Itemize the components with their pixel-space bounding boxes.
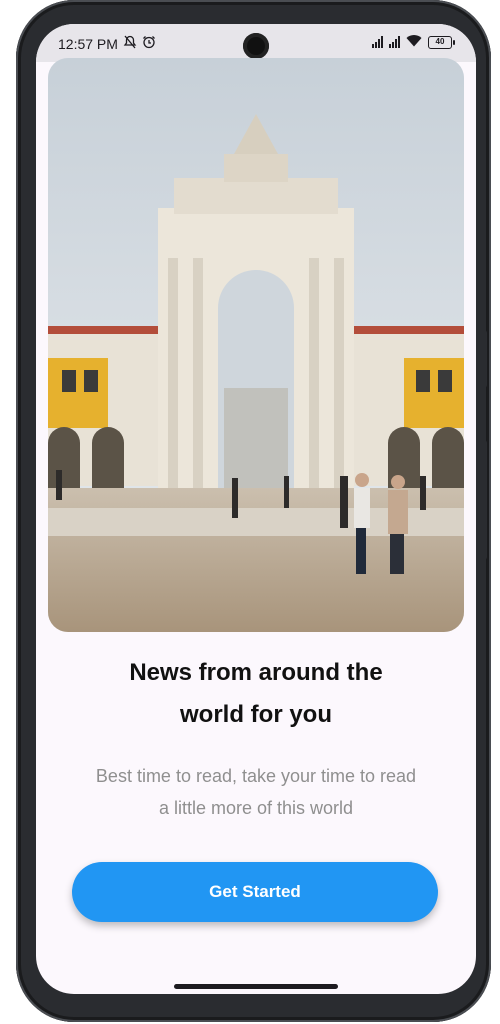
power-button xyxy=(481,440,487,560)
onboarding-subtitle: Best time to read, take your time to rea… xyxy=(60,760,452,824)
get-started-button[interactable]: Get Started xyxy=(72,862,438,922)
wifi-icon xyxy=(406,34,422,50)
status-left: 12:57 PM xyxy=(58,35,156,52)
alarm-icon xyxy=(142,35,156,52)
battery-icon: 40 xyxy=(428,35,455,49)
city-arch-photo-icon xyxy=(48,58,464,632)
volume-button xyxy=(481,330,487,388)
title-line-1: News from around the xyxy=(129,659,383,686)
app-screen: 12:57 PM 40 News from around the world f… xyxy=(36,24,476,994)
hero-image xyxy=(48,58,464,632)
status-bar: 12:57 PM 40 xyxy=(36,24,476,62)
subtitle-line-1: Best time to read, take your time to rea… xyxy=(95,766,417,786)
onboarding-title: News from around the world for you xyxy=(56,652,456,736)
title-line-2: world for you xyxy=(180,701,332,728)
status-right: 40 xyxy=(372,34,455,50)
front-camera xyxy=(243,33,269,59)
notifications-off-icon xyxy=(123,35,137,52)
signal-icon xyxy=(389,36,400,48)
subtitle-line-2: a little more of this world xyxy=(158,798,354,818)
clock: 12:57 PM xyxy=(58,35,118,52)
battery-level: 40 xyxy=(435,37,445,46)
home-indicator[interactable] xyxy=(174,984,338,989)
signal-icon xyxy=(372,36,383,48)
